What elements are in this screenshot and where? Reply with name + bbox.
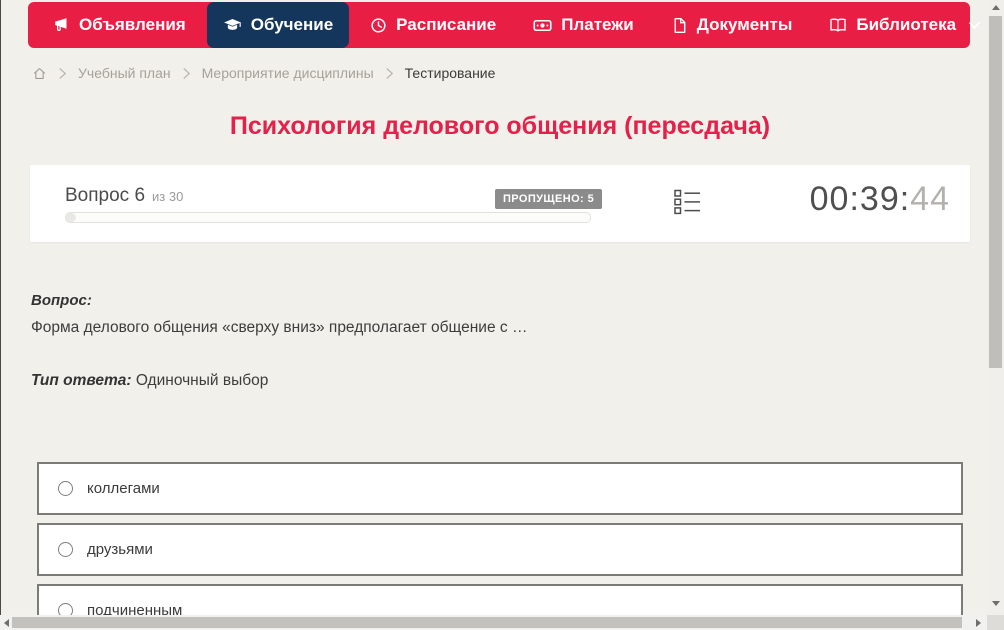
question-block: Вопрос: Форма делового общения «сверху в… — [31, 292, 931, 390]
nav-item-payments[interactable]: Платежи — [517, 2, 650, 48]
nav-item-label: Обучение — [251, 15, 333, 35]
horizontal-scrollbar[interactable] — [0, 615, 987, 630]
vertical-scrollbar-thumb[interactable] — [989, 16, 1002, 368]
radio-button[interactable] — [58, 481, 73, 496]
question-number: Вопрос 6 — [65, 185, 145, 207]
scroll-left-arrow-icon[interactable] — [0, 615, 12, 630]
timer-main: 00:39: — [810, 180, 911, 218]
question-total: из 30 — [152, 189, 183, 204]
question-card: Вопрос 6 из 30 ПРОПУЩЕНО: 5 00:39:44 — [30, 165, 970, 242]
window-left-border — [0, 0, 1, 615]
nav-item-label: Расписание — [396, 15, 496, 35]
banknote-icon — [533, 16, 552, 35]
answer-type-value: Одиночный выбор — [136, 372, 269, 389]
nav-item-label: Библиотека — [856, 15, 956, 35]
home-icon[interactable] — [32, 66, 47, 81]
breadcrumb-item: Тестирование — [405, 65, 496, 81]
browser-viewport: Объявления Обучение Расписание Платежи Докум… — [0, 0, 1004, 630]
breadcrumb-chevron-icon — [58, 67, 67, 80]
question-text: Форма делового общения «сверху вниз» пре… — [31, 319, 931, 337]
nav-item-label: Документы — [697, 15, 793, 35]
vertical-scrollbar[interactable] — [987, 0, 1004, 615]
breadcrumb-chevron-icon — [182, 67, 191, 80]
nav-item-documents[interactable]: Документы — [655, 2, 809, 48]
page-title: Психология делового общения (пересдача) — [0, 112, 1000, 141]
nav-item-announcements[interactable]: Объявления — [36, 2, 202, 48]
nav-item-label: Объявления — [79, 15, 186, 35]
document-icon — [671, 17, 688, 34]
breadcrumb-item[interactable]: Учебный план — [78, 65, 171, 81]
timer: 00:39:44 — [810, 180, 950, 219]
breadcrumb-chevron-icon — [385, 67, 394, 80]
answer-option-label: друзьями — [87, 541, 153, 558]
question-list-button[interactable] — [674, 189, 701, 221]
scroll-right-arrow-icon[interactable] — [972, 615, 984, 630]
graduation-cap-icon — [223, 16, 242, 35]
answer-option-label: коллегами — [87, 480, 160, 497]
timer-seconds: 44 — [910, 180, 950, 218]
question-list-icon — [674, 203, 701, 220]
answer-option-2[interactable]: друзьями — [37, 523, 963, 576]
answer-options: коллегамидрузьямиподчиненным — [37, 462, 963, 630]
skipped-badge: ПРОПУЩЕНО: 5 — [495, 189, 602, 209]
scroll-down-arrow-icon[interactable] — [987, 596, 1004, 610]
progress-fill — [66, 213, 76, 222]
main-nav: Объявления Обучение Расписание Платежи Докум… — [28, 2, 970, 48]
chevron-down-icon — [968, 19, 981, 32]
nav-item-learning[interactable]: Обучение — [207, 2, 349, 48]
progress-bar — [65, 212, 591, 223]
clock-icon — [370, 17, 387, 34]
question-progress-header: Вопрос 6 из 30 — [65, 185, 183, 207]
nav-item-label: Платежи — [561, 15, 634, 35]
answer-type-label: Тип ответа: — [31, 372, 132, 389]
nav-item-schedule[interactable]: Расписание — [354, 2, 512, 48]
scroll-up-arrow-icon[interactable] — [987, 0, 1004, 14]
scrollbar-corner — [987, 615, 1004, 630]
radio-button[interactable] — [58, 542, 73, 557]
answer-type-row: Тип ответа: Одиночный выбор — [31, 372, 931, 390]
megaphone-icon — [52, 16, 70, 34]
book-icon — [829, 16, 847, 34]
breadcrumb: Учебный план Мероприятие дисциплины Тестир… — [32, 62, 495, 84]
breadcrumb-item[interactable]: Мероприятие дисциплины — [202, 65, 374, 81]
horizontal-scrollbar-thumb[interactable] — [12, 617, 962, 628]
answer-option-1[interactable]: коллегами — [37, 462, 963, 515]
nav-item-library[interactable]: Библиотека — [813, 2, 997, 48]
question-label: Вопрос: — [31, 292, 931, 309]
